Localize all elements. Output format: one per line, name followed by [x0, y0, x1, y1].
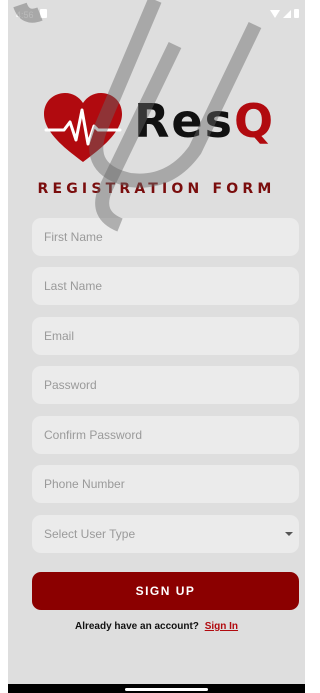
- first-name-field[interactable]: [32, 218, 299, 256]
- signal-icon: [283, 9, 291, 18]
- signin-link[interactable]: Sign In: [205, 621, 238, 632]
- signin-prompt: Already have an account?: [74, 621, 199, 632]
- confirm-password-field[interactable]: [32, 416, 299, 454]
- email-field[interactable]: [32, 317, 299, 355]
- signin-row: Already have an account? Sign In: [8, 621, 305, 632]
- user-type-select[interactable]: Select User Type: [32, 515, 299, 553]
- status-bar: 4:56: [8, 0, 305, 30]
- home-indicator[interactable]: [125, 688, 208, 691]
- navigation-bar: [8, 684, 305, 693]
- status-time: 4:56: [16, 10, 34, 20]
- status-icons: [270, 9, 299, 18]
- wifi-icon: [270, 9, 280, 18]
- battery-icon: [294, 9, 299, 18]
- phone-number-field[interactable]: [32, 465, 299, 503]
- signup-button[interactable]: SIGN UP: [32, 572, 299, 610]
- user-type-select-label: Select User Type: [44, 527, 136, 541]
- last-name-field[interactable]: [32, 267, 299, 305]
- caret-down-icon: [285, 532, 293, 536]
- form-title: REGISTRATION FORM: [37, 181, 276, 197]
- app-logo: ResQ: [42, 92, 292, 164]
- sim-card-icon: [40, 9, 47, 18]
- logo-text-accent: Q: [234, 94, 276, 148]
- heart-pulse-icon: [44, 93, 122, 162]
- password-field[interactable]: [32, 366, 299, 404]
- logo-wordmark: ResQ: [134, 94, 275, 148]
- logo-text-main: Res: [134, 94, 234, 148]
- registration-screen: 4:56 ResQ REGISTRATION FORM Select User …: [8, 0, 305, 693]
